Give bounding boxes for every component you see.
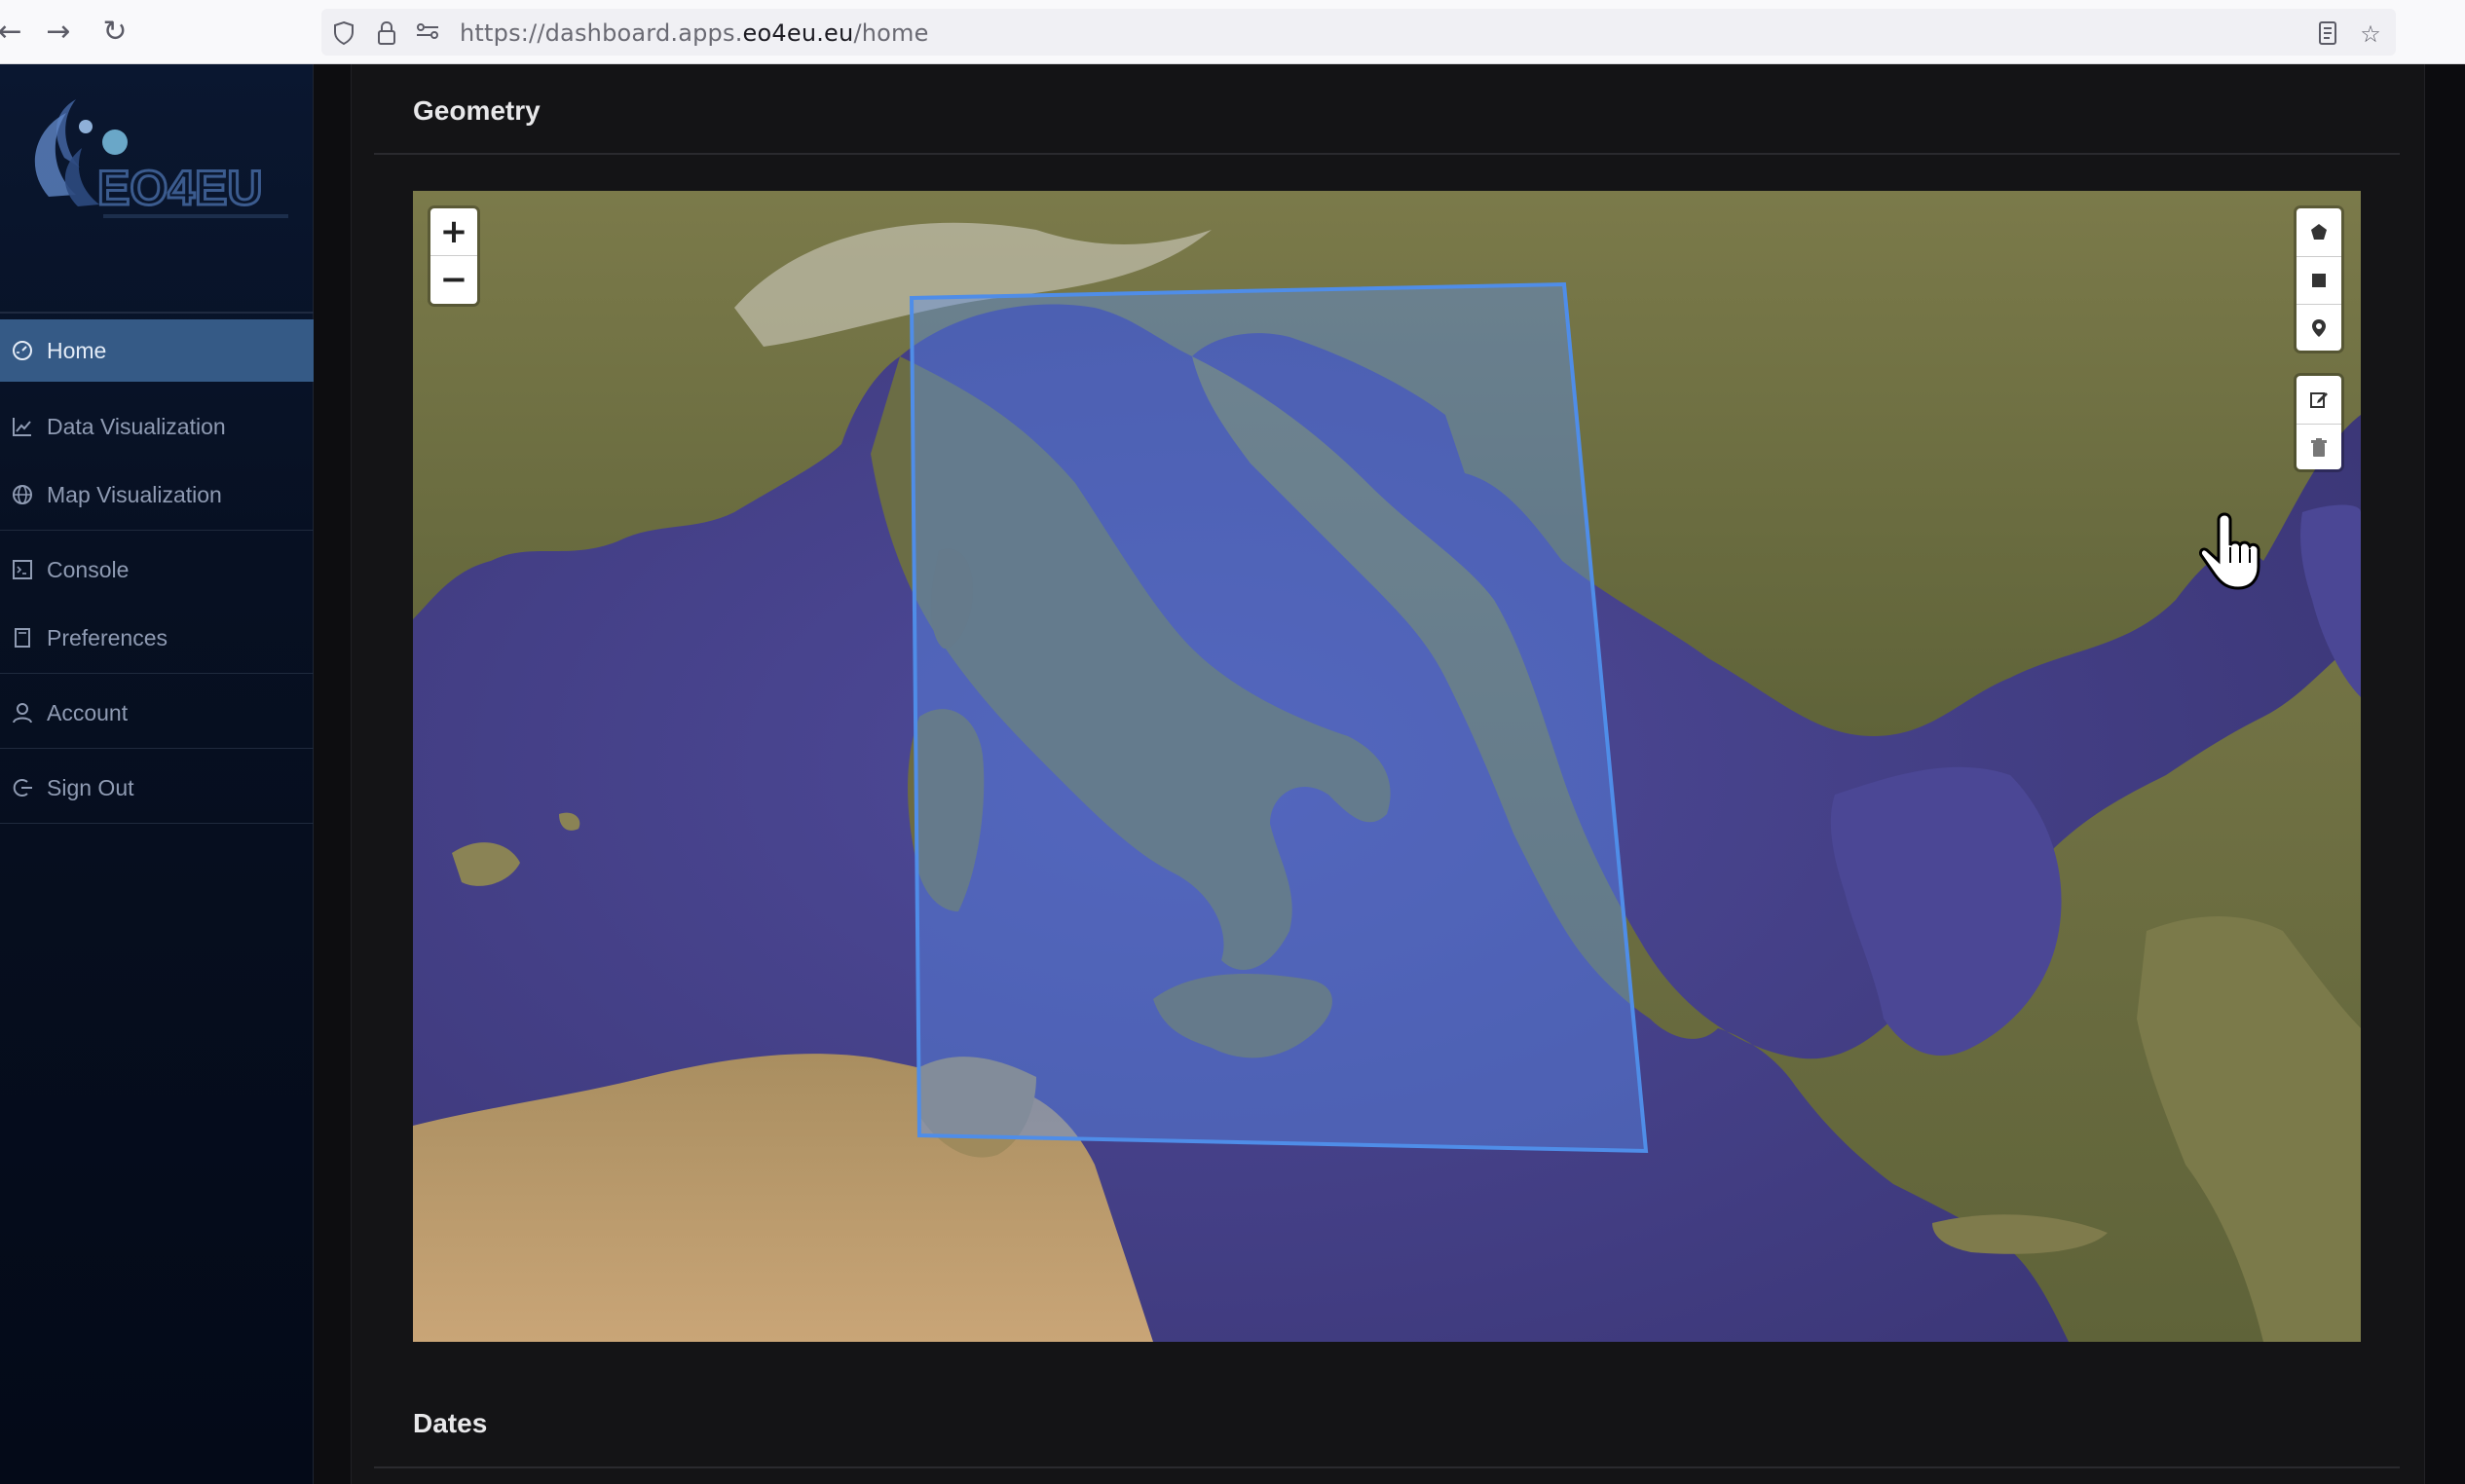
polygon-icon bbox=[2311, 224, 2327, 240]
sidebar-item-label: Data Visualization bbox=[47, 413, 226, 439]
dates-section-title: Dates bbox=[413, 1408, 488, 1438]
edit-toolbar bbox=[2297, 376, 2341, 469]
sidebar-item-map-visualization[interactable]: Map Visualization bbox=[0, 464, 314, 526]
sidebar-item-console[interactable]: Console bbox=[0, 538, 314, 601]
sidebar-item-data-visualization[interactable]: Data Visualization bbox=[0, 395, 314, 458]
selection-rectangle[interactable] bbox=[909, 281, 1649, 1154]
rectangle-icon bbox=[2312, 273, 2326, 287]
zoom-out-button[interactable]: − bbox=[430, 256, 477, 304]
reader-view-icon[interactable] bbox=[2314, 20, 2341, 48]
sidebar-item-account[interactable]: Account bbox=[0, 682, 314, 744]
sidebar-separator bbox=[0, 748, 314, 749]
back-icon[interactable]: ← bbox=[0, 17, 25, 48]
sidebar-item-sign-out[interactable]: Sign Out bbox=[0, 757, 314, 819]
page-scrollbar[interactable] bbox=[2425, 64, 2465, 1484]
url-bar[interactable]: https://dashboard.apps.eo4eu.eu/home bbox=[321, 9, 2396, 56]
sidebar-item-label: Preferences bbox=[47, 624, 168, 650]
draw-toolbar bbox=[2297, 208, 2341, 351]
url-path: /home bbox=[853, 19, 929, 47]
section-divider bbox=[374, 1466, 2400, 1468]
permissions-icon[interactable] bbox=[415, 20, 440, 46]
sidebar-item-label: Sign Out bbox=[47, 774, 134, 800]
user-icon bbox=[10, 700, 35, 725]
forward-icon[interactable]: → bbox=[43, 17, 74, 48]
zoom-control: + − bbox=[430, 208, 477, 304]
marker-icon bbox=[2312, 318, 2326, 337]
section-divider bbox=[374, 153, 2400, 155]
sidebar-item-label: Home bbox=[47, 337, 107, 363]
terminal-icon bbox=[10, 557, 35, 582]
zoom-in-button[interactable]: + bbox=[430, 208, 477, 256]
line-chart-icon bbox=[10, 414, 35, 439]
draw-rectangle-button[interactable] bbox=[2297, 256, 2341, 303]
document-icon bbox=[10, 625, 35, 650]
url-text[interactable]: https://dashboard.apps.eo4eu.eu/home bbox=[460, 19, 929, 47]
hand-cursor-icon bbox=[2191, 506, 2279, 594]
url-host: eo4eu.eu bbox=[742, 19, 854, 47]
sidebar-item-label: Console bbox=[47, 556, 130, 582]
satellite-basemap bbox=[413, 191, 2361, 1342]
delete-layers-button[interactable] bbox=[2297, 424, 2341, 470]
lock-icon[interactable] bbox=[374, 20, 399, 46]
sidebar-divider bbox=[0, 312, 314, 314]
sidebar-separator bbox=[0, 530, 314, 531]
sidebar-separator bbox=[0, 673, 314, 674]
draw-marker-button[interactable] bbox=[2297, 304, 2341, 351]
geometry-map[interactable]: + − bbox=[413, 191, 2361, 1342]
reload-icon[interactable]: ↻ bbox=[99, 17, 131, 48]
logout-icon bbox=[10, 775, 35, 800]
browser-toolbar: ← → ↻ https://dashboard.apps.eo4eu.eu/ho… bbox=[0, 0, 2465, 64]
geometry-section-title: Geometry bbox=[413, 95, 541, 126]
sidebar-item-label: Account bbox=[47, 699, 129, 725]
logo-text: EO4EU bbox=[97, 161, 263, 215]
bookmark-star-icon[interactable]: ☆ bbox=[2357, 20, 2384, 48]
sidebar-item-home[interactable]: Home bbox=[0, 319, 314, 382]
draw-polygon-button[interactable] bbox=[2297, 208, 2341, 255]
edit-layers-button[interactable] bbox=[2297, 376, 2341, 423]
sidebar: EO4EU Home Data Visualization Map Visual… bbox=[0, 64, 314, 1484]
url-prefix: https://dashboard.apps. bbox=[460, 19, 743, 47]
globe-icon bbox=[10, 482, 35, 507]
eo4eu-logo: EO4EU bbox=[19, 90, 302, 236]
sidebar-separator bbox=[0, 823, 314, 824]
edit-icon bbox=[2310, 392, 2328, 408]
shield-icon[interactable] bbox=[331, 20, 356, 46]
sidebar-item-preferences[interactable]: Preferences bbox=[0, 607, 314, 669]
sidebar-item-label: Map Visualization bbox=[47, 481, 222, 507]
trash-icon bbox=[2311, 437, 2327, 457]
dashboard-icon bbox=[10, 338, 35, 363]
